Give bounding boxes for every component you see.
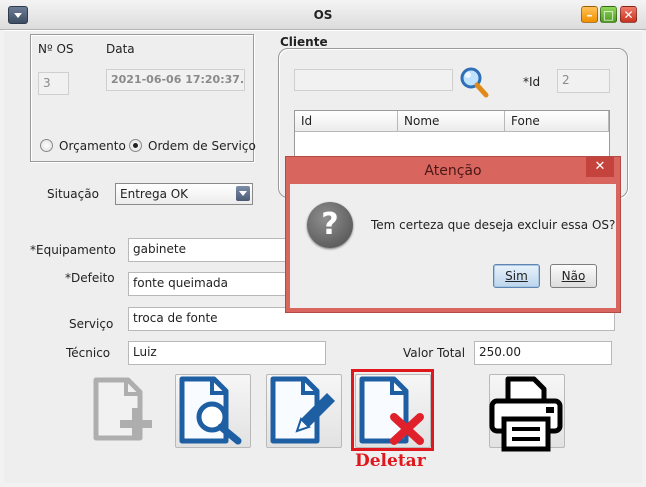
minimize-button[interactable]: – xyxy=(581,6,598,23)
close-button[interactable]: ✕ xyxy=(620,6,637,23)
window-title: OS xyxy=(313,8,333,22)
window-frame xyxy=(0,30,646,487)
maximize-button[interactable]: □ xyxy=(600,6,617,23)
